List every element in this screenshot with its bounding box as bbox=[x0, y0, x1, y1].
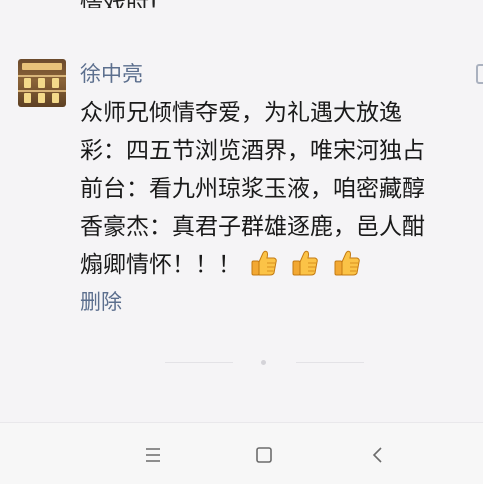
avatar-bottle bbox=[24, 78, 31, 88]
avatar-bottle bbox=[52, 93, 59, 103]
author-name[interactable]: 徐中亮 bbox=[80, 58, 143, 88]
avatar-shelf bbox=[18, 90, 66, 92]
emoji-group bbox=[249, 248, 366, 284]
avatar-bottle bbox=[38, 93, 45, 103]
avatar-bottle bbox=[24, 93, 31, 103]
content-line: 香豪杰：真君子群雄逐鹿，邑人酣 bbox=[80, 214, 425, 240]
avatar-bottle bbox=[52, 78, 59, 88]
edge-icon bbox=[476, 64, 483, 84]
content-line: 前台：看九州琼浆玉液，咱密藏醇 bbox=[80, 176, 425, 202]
content-line: 众师兄倾情夺爱，为礼遇大放逸 bbox=[80, 100, 402, 126]
system-nav-bar bbox=[0, 422, 483, 484]
avatar[interactable] bbox=[18, 59, 66, 107]
post-content: 众师兄倾情夺爱，为礼遇大放逸 彩：四五节浏览酒界，唯宋河独占 前台：看九州琼浆玉… bbox=[80, 94, 483, 284]
thumbs-up-icon bbox=[249, 248, 279, 278]
end-divider-dot bbox=[261, 360, 266, 365]
avatar-shelf bbox=[18, 75, 66, 77]
end-divider-right bbox=[296, 362, 364, 363]
menu-icon[interactable] bbox=[139, 441, 167, 469]
content-line: 彩：四五节浏览酒界，唯宋河独占 bbox=[80, 138, 425, 164]
content-line-last: 煽卿情怀！！！ bbox=[80, 246, 483, 284]
home-icon[interactable] bbox=[250, 441, 278, 469]
end-divider-left bbox=[165, 362, 233, 363]
delete-button[interactable]: 删除 bbox=[80, 286, 122, 316]
previous-post-text-cutoff: 情戏时! bbox=[80, 0, 158, 8]
thumbs-up-icon bbox=[332, 248, 362, 278]
thumbs-up-icon bbox=[290, 248, 320, 278]
content-line-text: 煽卿情怀！！！ bbox=[80, 252, 241, 278]
avatar-bottle bbox=[38, 78, 45, 88]
avatar-sign bbox=[22, 63, 62, 70]
back-icon[interactable] bbox=[364, 441, 392, 469]
